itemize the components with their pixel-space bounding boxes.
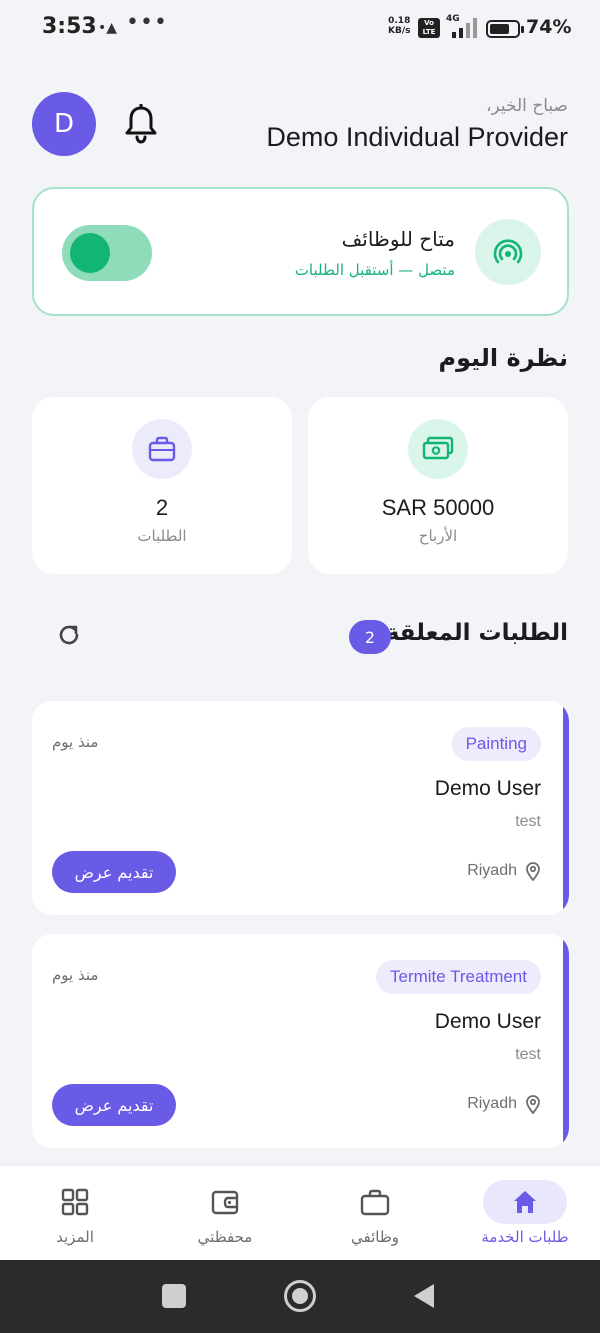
status-time: 3:53 xyxy=(42,14,97,39)
avatar-letter: D xyxy=(53,109,75,139)
request-user: Demo User xyxy=(434,1010,541,1033)
recents-icon[interactable] xyxy=(162,1284,186,1308)
availability-card: متاح للوظائف متصل — أستقبل الطلبات xyxy=(32,187,569,316)
network-speed: 0.18 KB/s xyxy=(388,16,411,36)
nav-label: وظائفي xyxy=(350,1228,400,1246)
request-card[interactable]: Painting منذ يوم Demo User test Riyadh ت… xyxy=(32,701,569,915)
notification-icon: •▲ xyxy=(98,20,118,36)
status-bar: 3:53 •▲ ••• 0.18 KB/s Vo LTE 4G 74% xyxy=(0,0,600,60)
provider-name: Demo Individual Provider xyxy=(266,122,568,152)
nav-my-wallet[interactable]: محفظتي xyxy=(150,1166,300,1261)
nav-label: محفظتي xyxy=(197,1228,253,1246)
availability-status: متصل — أستقبل الطلبات xyxy=(294,261,455,279)
refresh-icon[interactable] xyxy=(56,622,82,648)
nav-label: طلبات الخدمة xyxy=(481,1228,569,1246)
location-pin-icon xyxy=(526,1095,540,1114)
earnings-label: الأرباح xyxy=(418,527,458,545)
briefcase-icon xyxy=(132,419,192,479)
request-card[interactable]: Termite Treatment منذ يوم Demo User test… xyxy=(32,934,569,1148)
battery-icon xyxy=(486,20,524,38)
nav-my-jobs[interactable]: وظائفي xyxy=(300,1166,450,1261)
card-accent xyxy=(563,701,569,915)
request-description: test xyxy=(515,1046,541,1063)
availability-title: متاح للوظائف xyxy=(341,227,455,251)
greeting: صباح الخير، xyxy=(486,96,568,116)
category-tag: Termite Treatment xyxy=(376,960,541,994)
submit-offer-button[interactable]: تقديم عرض xyxy=(52,1084,176,1126)
avatar[interactable]: D xyxy=(32,92,96,156)
battery-percent: 74% xyxy=(526,16,572,38)
availability-toggle[interactable] xyxy=(62,225,152,281)
briefcase-icon xyxy=(333,1180,417,1224)
submit-offer-button[interactable]: تقديم عرض xyxy=(52,851,176,893)
wallet-icon xyxy=(183,1180,267,1224)
earnings-card: SAR 50000 الأرباح xyxy=(308,397,568,574)
pending-count-badge: 2 xyxy=(349,620,391,654)
broadcast-icon xyxy=(475,219,541,285)
overview-title: نظرة اليوم xyxy=(438,344,568,372)
nav-more[interactable]: المزيد xyxy=(0,1166,150,1261)
signal-icon xyxy=(452,18,477,38)
request-location: Riyadh xyxy=(467,861,541,881)
home-icon xyxy=(483,1180,567,1224)
requests-card: 2 الطلبات xyxy=(32,397,292,574)
location-text: Riyadh xyxy=(467,862,517,879)
nav-label: المزيد xyxy=(56,1228,94,1246)
location-pin-icon xyxy=(526,862,540,881)
category-tag: Painting xyxy=(451,727,541,761)
location-text: Riyadh xyxy=(467,1095,517,1112)
more-notifications-icon: ••• xyxy=(126,10,168,35)
nav-service-requests[interactable]: طلبات الخدمة xyxy=(450,1166,600,1261)
bottom-navigation: طلبات الخدمة وظائفي محفظتي المزيد xyxy=(0,1165,600,1260)
system-navigation-bar xyxy=(0,1260,600,1333)
volte-icon: Vo LTE xyxy=(418,18,440,38)
request-time: منذ يوم xyxy=(52,733,99,751)
earnings-value: SAR 50000 xyxy=(381,495,495,520)
request-user: Demo User xyxy=(434,777,541,800)
cash-icon xyxy=(408,419,468,479)
request-time: منذ يوم xyxy=(52,966,99,984)
home-circle-icon[interactable] xyxy=(284,1280,316,1312)
toggle-knob xyxy=(70,233,110,273)
request-location: Riyadh xyxy=(467,1094,541,1114)
back-icon[interactable] xyxy=(414,1284,434,1308)
requests-label: الطلبات xyxy=(137,527,187,545)
bell-icon[interactable] xyxy=(124,104,158,144)
request-description: test xyxy=(515,813,541,830)
card-accent xyxy=(563,934,569,1148)
pending-title: الطلبات المعلقة xyxy=(385,620,568,646)
grid-icon xyxy=(33,1180,117,1224)
requests-value: 2 xyxy=(155,495,169,520)
